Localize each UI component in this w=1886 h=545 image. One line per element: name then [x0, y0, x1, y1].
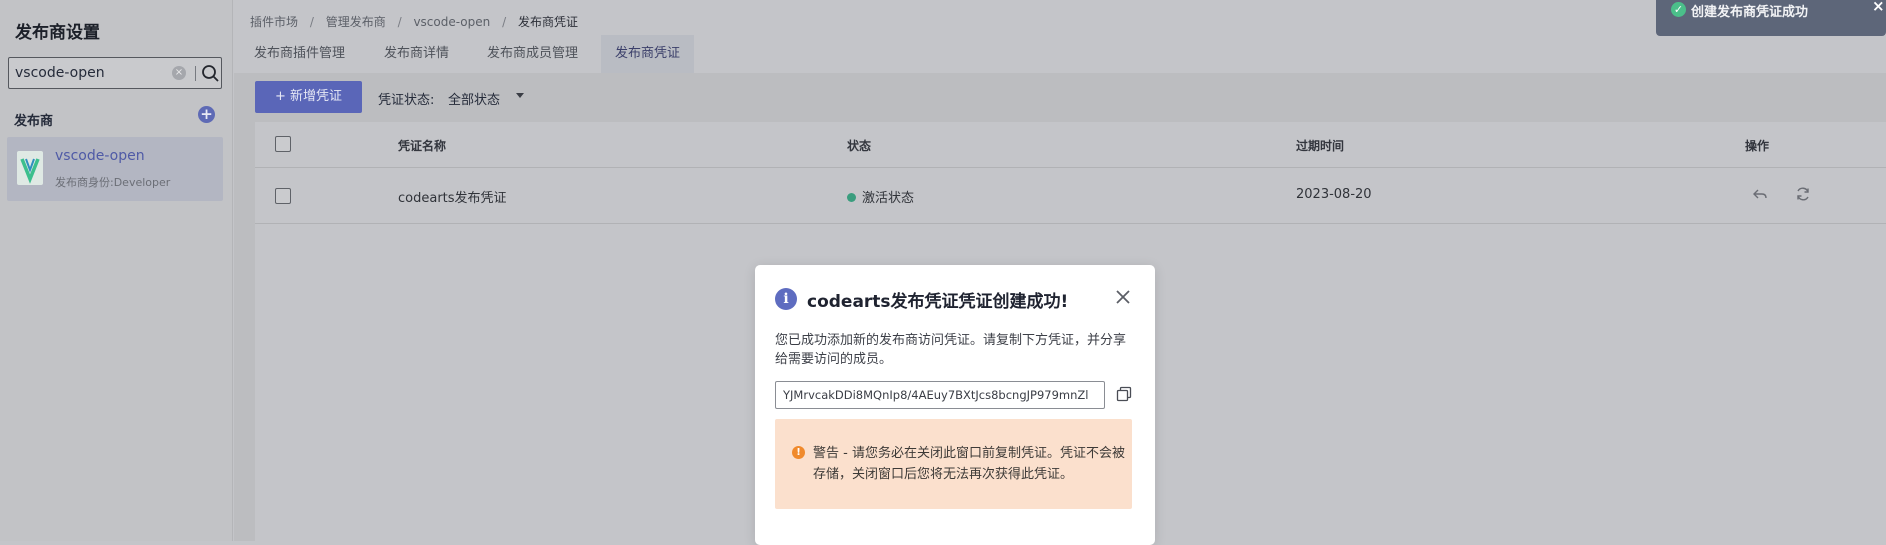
select-all-checkbox[interactable] [275, 136, 291, 152]
sidebar-title: 发布商设置 [15, 23, 100, 43]
publisher-section-label: 发布商 [14, 114, 54, 129]
close-icon[interactable] [1115, 289, 1131, 305]
status-filter-select[interactable]: 全部状态 [448, 89, 500, 108]
credential-expiry-date: 2023-08-20 [1296, 187, 1372, 202]
toast-message: 创建发布商凭证成功 [1691, 5, 1809, 20]
column-header-status: 状态 [847, 139, 872, 153]
breadcrumb-separator: / [309, 15, 314, 29]
publisher-name[interactable]: vscode-open [55, 148, 145, 164]
publisher-search-input[interactable] [15, 58, 165, 88]
credential-created-dialog: i codearts发布凭证凭证创建成功! 您已成功添加新的发布商访问凭证。请复… [755, 265, 1155, 545]
sidebar: 发布商设置 × 发布商 + vscode-open 发布商身份:Develope… [0, 0, 233, 541]
clear-icon[interactable]: × [172, 66, 186, 80]
warning-text: 警告 - 请您务必在关闭此窗口前复制凭证。凭证不会被存储，关闭窗口后您将无法再次… [813, 446, 1125, 482]
credential-token-field[interactable]: YJMrvcakDDi8MQnIp8/4AEuy7BXtJcs8bcngJP97… [775, 381, 1105, 409]
publisher-role: 发布商身份:Developer [55, 176, 171, 189]
dialog-description: 您已成功添加新的发布商访问凭证。请复制下方凭证，并分享给需要访问的成员。 [775, 333, 1127, 367]
breadcrumb: 插件市场 / 管理发布商 / vscode-open / 发布商凭证 [250, 13, 578, 30]
new-credential-button[interactable]: + 新增凭证 [255, 81, 362, 113]
warning-box: ! 警告 - 请您务必在关闭此窗口前复制凭证。凭证不会被存储，关闭窗口后您将无法… [775, 419, 1132, 509]
caret-down-icon[interactable] [516, 93, 524, 98]
breadcrumb-item-manage-publisher[interactable]: 管理发布商 [326, 13, 386, 30]
credential-name: codearts发布凭证 [398, 191, 507, 206]
search-divider [195, 66, 196, 81]
tab-publisher-members[interactable]: 发布商成员管理 [487, 35, 578, 73]
breadcrumb-item-plugin-market[interactable]: 插件市场 [250, 13, 298, 30]
check-circle-icon: ✓ [1671, 2, 1686, 17]
publisher-card[interactable]: vscode-open 发布商身份:Developer [7, 137, 223, 201]
publisher-search-box[interactable]: × [8, 57, 222, 89]
revoke-icon[interactable] [1752, 186, 1768, 202]
dialog-title: codearts发布凭证凭证创建成功! [807, 292, 1069, 312]
publisher-logo-icon [17, 151, 43, 185]
refresh-icon[interactable] [1795, 186, 1811, 202]
row-checkbox[interactable] [275, 188, 291, 204]
warning-icon: ! [792, 446, 805, 459]
breadcrumb-separator: / [502, 15, 507, 29]
success-toast: ✓ 创建发布商凭证成功 × [1656, 0, 1886, 36]
status-text: 激活状态 [862, 191, 915, 206]
status-active-dot-icon [847, 193, 856, 202]
breadcrumb-item-publisher[interactable]: vscode-open [413, 15, 490, 29]
column-header-actions: 操作 [1745, 139, 1770, 153]
tab-publisher-credentials[interactable]: 发布商凭证 [601, 35, 695, 73]
breadcrumb-separator: / [397, 15, 402, 29]
copy-icon[interactable] [1116, 386, 1132, 402]
tab-publisher-plugins[interactable]: 发布商插件管理 [254, 35, 345, 73]
info-icon: i [775, 288, 797, 310]
table-header: 凭证名称 状态 过期时间 操作 [255, 122, 1886, 168]
breadcrumb-item-current: 发布商凭证 [517, 15, 578, 29]
add-publisher-icon[interactable]: + [198, 106, 215, 123]
column-header-expires: 过期时间 [1296, 139, 1345, 153]
tab-publisher-details[interactable]: 发布商详情 [384, 35, 449, 73]
table-row: codearts发布凭证 激活状态 2023-08-20 [255, 168, 1886, 224]
toast-close-icon[interactable]: × [1872, 0, 1885, 15]
status-filter-label: 凭证状态: [378, 93, 435, 108]
credential-status: 激活状态 [847, 187, 914, 206]
column-header-name: 凭证名称 [398, 139, 447, 153]
tab-bar: 发布商插件管理 发布商详情 发布商成员管理 发布商凭证 [234, 35, 1886, 73]
search-icon[interactable] [201, 64, 220, 83]
